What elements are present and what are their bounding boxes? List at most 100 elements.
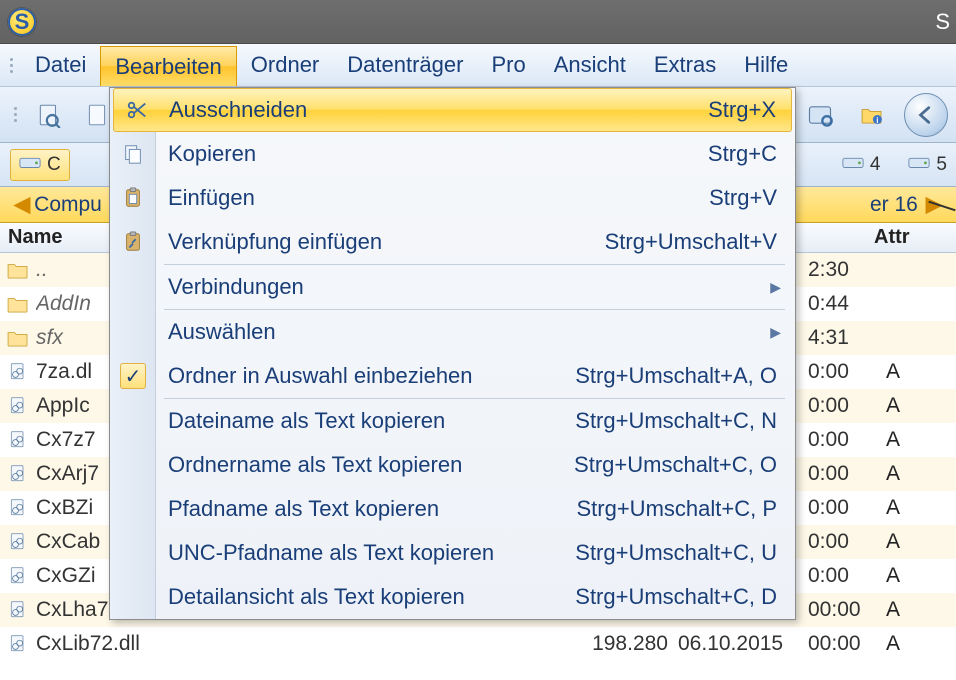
drive-icon <box>19 153 41 177</box>
menu-ordner[interactable]: Ordner <box>237 44 333 86</box>
menu-datei[interactable]: Datei <box>21 44 100 86</box>
menu-item-dateiname-als-text-kopieren[interactable]: Dateiname als Text kopieren Strg+Umschalt… <box>110 399 795 443</box>
file-attr: A <box>886 496 956 520</box>
menu-item-pfadname-als-text-kopieren[interactable]: Pfadname als Text kopieren Strg+Umschalt+… <box>110 487 795 531</box>
drive-label: 5 <box>936 154 947 176</box>
dll-file-icon <box>6 633 30 655</box>
file-time: 00:00 <box>808 598 886 622</box>
file-time: 2:30 <box>808 258 886 282</box>
file-attr: A <box>886 564 956 588</box>
menu-item-shortcut: Strg+Umschalt+C, U <box>575 540 777 566</box>
back-button[interactable] <box>904 93 948 137</box>
file-attr: A <box>886 394 956 418</box>
file-attr: A <box>886 360 956 384</box>
menu-item-ordnername-als-text-kopieren[interactable]: Ordnername als Text kopieren Strg+Umschal… <box>110 443 795 487</box>
menu-item-label: Ausschneiden <box>169 97 307 123</box>
breadcrumb-left-arrow-icon[interactable]: ◀ <box>10 192 34 217</box>
file-attr: A <box>886 598 956 622</box>
menu-item-shortcut: Strg+Umschalt+C, N <box>575 408 777 434</box>
dll-file-icon <box>6 565 30 587</box>
paste-link-icon <box>120 229 146 255</box>
menu-item-shortcut: Strg+Umschalt+A, O <box>575 363 777 389</box>
drive-button[interactable]: C <box>10 149 70 181</box>
menu-item-shortcut: Strg+Umschalt+C, D <box>575 584 777 610</box>
drive-button[interactable]: 5 <box>899 149 956 181</box>
file-name: CxLib72.dll <box>36 632 558 656</box>
drive-label: C <box>47 154 61 176</box>
menu-item-label: Ordner in Auswahl einbeziehen <box>168 363 473 389</box>
submenu-arrow-icon: ▶ <box>770 279 781 296</box>
menu-item-detailansicht-als-text-kopieren[interactable]: Detailansicht als Text kopieren Strg+Umsc… <box>110 575 795 619</box>
file-time: 0:00 <box>808 530 886 554</box>
file-time: 00:00 <box>808 632 886 656</box>
dll-file-icon <box>6 599 30 621</box>
menu-hilfe[interactable]: Hilfe <box>730 44 802 86</box>
menu-item-label: Verbindungen <box>168 274 304 300</box>
menu-item-ausw-hlen[interactable]: Auswählen ▶ <box>110 310 795 354</box>
file-attr: A <box>886 462 956 486</box>
file-time: 0:44 <box>808 292 886 316</box>
breadcrumb-segment[interactable]: Compu <box>34 193 102 217</box>
menu-datenträger[interactable]: Datenträger <box>333 44 477 86</box>
menu-item-kopieren[interactable]: Kopieren Strg+C <box>110 132 795 176</box>
svg-text:i: i <box>876 116 878 124</box>
menu-pro[interactable]: Pro <box>477 44 539 86</box>
file-date: 06.10.2015 <box>678 632 808 656</box>
paste-icon <box>120 185 146 211</box>
menu-item-ordner-in-auswahl-einbeziehen[interactable]: ✓ Ordner in Auswahl einbeziehen Strg+Umsch… <box>110 354 795 398</box>
edit-menu-dropdown: Ausschneiden Strg+X Kopieren Strg+C Einfügen… <box>109 87 796 620</box>
scissors-icon <box>124 97 150 123</box>
dll-file-icon <box>6 395 30 417</box>
file-attr: A <box>886 530 956 554</box>
menu-item-verkn-pfung-einf-gen[interactable]: Verknüpfung einfügenStrg+Umschalt+V <box>110 220 795 264</box>
menu-item-einf-gen[interactable]: EinfügenStrg+V <box>110 176 795 220</box>
file-row[interactable]: CxLib72.dll198.28006.10.201500:00A <box>0 627 956 661</box>
toolbar-button[interactable] <box>29 95 69 135</box>
menu-item-ausschneiden[interactable]: Ausschneiden Strg+X <box>113 88 792 132</box>
menu-item-label: UNC-Pfadname als Text kopieren <box>168 540 494 566</box>
menu-extras[interactable]: Extras <box>640 44 730 86</box>
toolbar-folder-info-button[interactable]: i <box>852 95 892 135</box>
app-logo-icon: S <box>8 8 36 36</box>
submenu-arrow-icon: ▶ <box>770 324 781 341</box>
menu-item-label: Verknüpfung einfügen <box>168 229 382 255</box>
menu-item-shortcut: Strg+C <box>708 141 777 167</box>
folder-icon <box>6 259 30 281</box>
menubar-grip-icon[interactable] <box>10 44 21 86</box>
menu-item-label: Einfügen <box>168 185 255 211</box>
dll-file-icon <box>6 497 30 519</box>
drive-button[interactable]: 4 <box>833 149 890 181</box>
file-time: 0:00 <box>808 462 886 486</box>
menu-item-label: Pfadname als Text kopieren <box>168 496 439 522</box>
menu-ansicht[interactable]: Ansicht <box>540 44 640 86</box>
file-time: 0:00 <box>808 564 886 588</box>
menu-item-label: Kopieren <box>168 141 256 167</box>
menu-item-unc-pfadname-als-text-kopieren[interactable]: UNC-Pfadname als Text kopieren Strg+Umsch… <box>110 531 795 575</box>
dll-file-icon <box>6 429 30 451</box>
toolbar-button[interactable] <box>800 95 840 135</box>
menu-bearbeiten[interactable]: Bearbeiten <box>100 46 236 86</box>
file-size: 198.280 <box>558 632 678 656</box>
menu-item-label: Dateiname als Text kopieren <box>168 408 445 434</box>
menu-item-label: Detailansicht als Text kopieren <box>168 584 465 610</box>
drive-icon <box>908 153 930 177</box>
file-time: 0:00 <box>808 394 886 418</box>
file-attr: A <box>886 632 956 656</box>
file-time: 0:00 <box>808 360 886 384</box>
file-time: 4:31 <box>808 326 886 350</box>
menu-item-label: Auswählen <box>168 319 276 345</box>
menu-item-shortcut: Strg+X <box>708 97 776 123</box>
file-attr: A <box>886 428 956 452</box>
column-header-attr[interactable]: Attr <box>870 226 956 249</box>
menu-item-verbindungen[interactable]: Verbindungen ▶ <box>110 265 795 309</box>
folder-icon <box>6 327 30 349</box>
breadcrumb-segment[interactable]: er 16 <box>870 193 918 217</box>
menu-item-label: Ordnername als Text kopieren <box>168 452 462 478</box>
menu-item-shortcut: Strg+Umschalt+C, P <box>576 496 777 522</box>
file-time: 0:00 <box>808 428 886 452</box>
copy-icon <box>120 141 146 167</box>
check-icon: ✓ <box>120 363 146 389</box>
toolbar-grip-icon[interactable] <box>14 107 21 122</box>
dll-file-icon <box>6 463 30 485</box>
menu-item-shortcut: Strg+Umschalt+C, O <box>574 452 777 478</box>
